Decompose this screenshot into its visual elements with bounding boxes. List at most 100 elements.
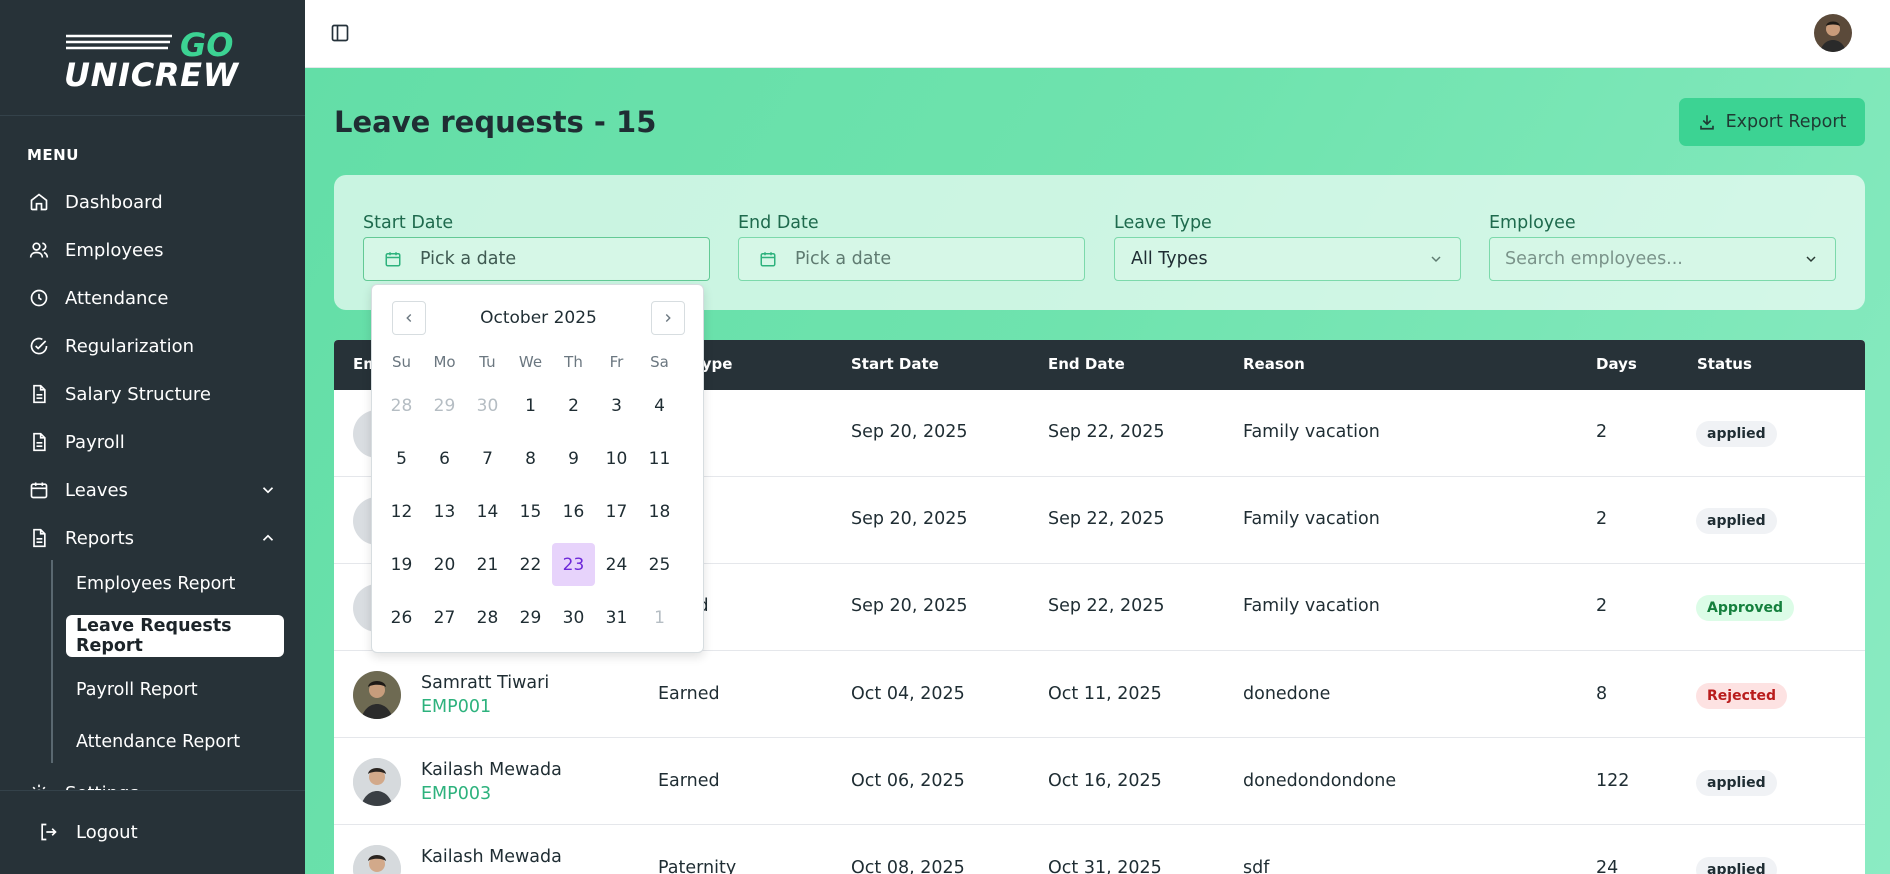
- status-badge: Approved: [1696, 595, 1795, 621]
- table-row[interactable]: Kailash Mewada Paternity Oct 08, 2025 Oc…: [334, 825, 1865, 874]
- calendar-day[interactable]: 15: [509, 490, 552, 533]
- leave-type-value: All Types: [1131, 249, 1208, 269]
- calendar-day[interactable]: 27: [423, 596, 466, 639]
- reason-cell: donedondondone: [1243, 771, 1397, 791]
- end-date-cell: Oct 16, 2025: [1048, 771, 1162, 791]
- calendar-day[interactable]: 16: [552, 490, 595, 533]
- calendar-day[interactable]: 13: [423, 490, 466, 533]
- logout-button[interactable]: Logout: [36, 820, 138, 844]
- calendar-day[interactable]: 14: [466, 490, 509, 533]
- days-cell: 2: [1596, 422, 1608, 442]
- calendar-day[interactable]: 28: [380, 384, 423, 427]
- sidebar-item-attendance[interactable]: Attendance: [27, 281, 277, 315]
- calendar-day[interactable]: 29: [423, 384, 466, 427]
- table-row[interactable]: Samratt Tiwari EMP001 Earned Oct 04, 202…: [334, 651, 1865, 738]
- sidebar-toggle-icon[interactable]: [330, 23, 350, 43]
- sidebar-subitem-payroll-report[interactable]: Payroll Report: [66, 669, 284, 711]
- calendar-day[interactable]: 17: [595, 490, 638, 533]
- calendar-day[interactable]: 31: [595, 596, 638, 639]
- calendar-day[interactable]: 9: [552, 437, 595, 480]
- calendar-day[interactable]: 30: [552, 596, 595, 639]
- column-header-start-date: Start Date: [851, 355, 939, 373]
- weekday-label: Tu: [479, 353, 496, 371]
- calendar-day[interactable]: 18: [638, 490, 681, 533]
- employee-id: EMP003: [421, 784, 492, 804]
- weekday-label: We: [518, 353, 543, 371]
- calendar-day[interactable]: 8: [509, 437, 552, 480]
- calendar-day[interactable]: 7: [466, 437, 509, 480]
- export-report-button[interactable]: Export Report: [1679, 98, 1865, 146]
- calendar-day[interactable]: 22: [509, 543, 552, 586]
- leave-type-cell: Earned: [658, 684, 720, 704]
- employee-search-select[interactable]: Search employees...: [1489, 237, 1836, 281]
- calendar-day[interactable]: 5: [380, 437, 423, 480]
- status-badge: applied: [1696, 770, 1777, 796]
- status-badge: applied: [1696, 508, 1777, 534]
- calendar-day[interactable]: 1: [509, 384, 552, 427]
- sidebar-item-regularization[interactable]: Regularization: [27, 329, 277, 363]
- start-date-cell: Oct 08, 2025: [851, 858, 965, 874]
- calendar-icon: [760, 252, 776, 267]
- calendar-day[interactable]: 1: [638, 596, 681, 639]
- calendar-day[interactable]: 23: [552, 543, 595, 586]
- calendar-day[interactable]: 26: [380, 596, 423, 639]
- document-icon: [27, 430, 51, 454]
- reason-cell: sdf: [1243, 858, 1270, 874]
- end-date-picker[interactable]: Pick a date: [738, 237, 1085, 281]
- calendar-day[interactable]: 12: [380, 490, 423, 533]
- calendar-day[interactable]: 3: [595, 384, 638, 427]
- calendar-day[interactable]: 24: [595, 543, 638, 586]
- table-row[interactable]: Kailash Mewada EMP003 Earned Oct 06, 202…: [334, 738, 1865, 825]
- clock-icon: [27, 286, 51, 310]
- sidebar-item-dashboard[interactable]: Dashboard: [27, 185, 277, 219]
- calendar-day[interactable]: 30: [466, 384, 509, 427]
- calendar-day[interactable]: 21: [466, 543, 509, 586]
- calendar-day[interactable]: 4: [638, 384, 681, 427]
- leave-type-select[interactable]: All Types: [1114, 237, 1461, 281]
- page-title: Leave requests - 15: [334, 105, 657, 139]
- status-badge: Rejected: [1696, 683, 1788, 709]
- reason-cell: Family vacation: [1243, 509, 1380, 529]
- submenu-guide-line: [51, 560, 53, 763]
- calendar-day[interactable]: 19: [380, 543, 423, 586]
- end-date-cell: Sep 22, 2025: [1048, 509, 1165, 529]
- sidebar-subitem-leave-requests-report[interactable]: Leave Requests Report: [66, 615, 284, 657]
- calendar-day[interactable]: 6: [423, 437, 466, 480]
- leave-type-cell: Earned: [658, 771, 720, 791]
- chevron-up-icon: [262, 534, 274, 541]
- calendar-day[interactable]: 11: [638, 437, 681, 480]
- next-month-button[interactable]: [651, 301, 685, 335]
- sidebar: GO UNICREW MENU Dashboard Employees Atte…: [0, 0, 305, 874]
- sidebar-item-employees[interactable]: Employees: [27, 233, 277, 267]
- sidebar-item-payroll[interactable]: Payroll: [27, 425, 277, 459]
- calendar-day[interactable]: 10: [595, 437, 638, 480]
- sidebar-item-leaves[interactable]: Leaves: [27, 473, 277, 507]
- document-icon: [27, 526, 51, 550]
- start-date-cell: Oct 04, 2025: [851, 684, 965, 704]
- sidebar-item-label: Payroll: [65, 431, 125, 453]
- column-header-end-date: End Date: [1048, 355, 1125, 373]
- start-date-picker[interactable]: Pick a date: [363, 237, 710, 281]
- weekday-label: Fr: [609, 353, 624, 371]
- user-avatar[interactable]: [1814, 14, 1852, 52]
- reason-cell: Family vacation: [1243, 596, 1380, 616]
- days-cell: 2: [1596, 596, 1608, 616]
- employee-avatar: [353, 845, 401, 874]
- calendar-day[interactable]: 25: [638, 543, 681, 586]
- calendar-day[interactable]: 2: [552, 384, 595, 427]
- sidebar-footer-divider: [0, 790, 305, 791]
- home-icon: [27, 190, 51, 214]
- days-cell: 2: [1596, 509, 1608, 529]
- end-date-cell: Oct 11, 2025: [1048, 684, 1162, 704]
- sidebar-subitem-attendance-report[interactable]: Attendance Report: [66, 721, 284, 763]
- chevron-down-icon: [262, 487, 274, 494]
- end-date-cell: Oct 31, 2025: [1048, 858, 1162, 874]
- sidebar-subitem-employees-report[interactable]: Employees Report: [66, 563, 284, 605]
- calendar-day[interactable]: 29: [509, 596, 552, 639]
- chevron-right-icon: [665, 314, 671, 322]
- sidebar-item-reports[interactable]: Reports: [27, 521, 277, 555]
- calendar-day[interactable]: 28: [466, 596, 509, 639]
- document-icon: [27, 382, 51, 406]
- sidebar-item-salary-structure[interactable]: Salary Structure: [27, 377, 277, 411]
- calendar-day[interactable]: 20: [423, 543, 466, 586]
